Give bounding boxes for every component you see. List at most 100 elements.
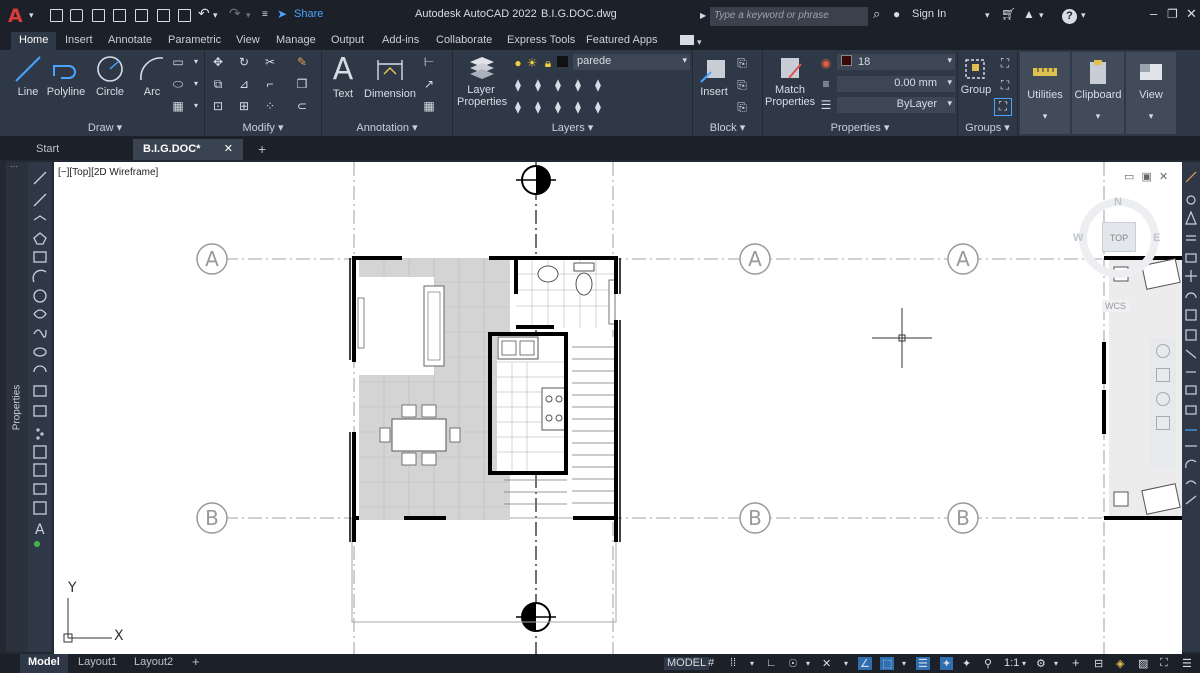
viewcube-east[interactable]: E — [1153, 232, 1160, 244]
customize-qa-icon[interactable]: ≡ — [262, 9, 268, 20]
tab-start[interactable]: Start — [26, 139, 134, 160]
zoom-icon[interactable] — [1156, 392, 1170, 406]
model-space-button[interactable]: MODEL — [664, 657, 710, 670]
copy-icon[interactable]: ⧉ — [211, 77, 225, 91]
save-web-icon[interactable] — [157, 9, 170, 22]
line-tool[interactable]: Line — [10, 54, 46, 98]
lineweight-toggle-icon[interactable]: ☰ — [916, 657, 930, 670]
sign-in-button[interactable]: Sign In — [912, 8, 946, 20]
edit-block-icon[interactable]: ⎘ — [735, 78, 749, 92]
layer-properties-tool[interactable]: Layer Properties — [457, 54, 507, 108]
create-block-icon[interactable]: ⎘ — [735, 56, 749, 70]
open-file-icon[interactable] — [70, 9, 83, 22]
redo-dropdown-icon[interactable]: ▾ — [246, 10, 251, 21]
trim-icon[interactable]: ✂ — [263, 55, 277, 69]
tab-output[interactable]: Output — [331, 32, 364, 50]
layer-on-icon[interactable]: ● — [511, 56, 525, 70]
properties-palette-label[interactable]: Properties — [11, 385, 22, 431]
annotation-scale-icon[interactable]: ⚲ — [984, 657, 992, 670]
mirror-icon[interactable]: ⊿ — [237, 77, 251, 91]
viewcube-top-face[interactable]: TOP — [1102, 222, 1136, 252]
tab-close-icon[interactable]: ✕ — [224, 142, 233, 155]
isolate-objects-icon[interactable]: ▨ — [1138, 657, 1148, 670]
offset-icon[interactable]: ⊂ — [295, 99, 309, 113]
new-tab-icon[interactable]: + — [248, 137, 276, 158]
annotation-autoscale-icon[interactable]: ✦ — [962, 657, 971, 670]
ellipse-dropdown-icon[interactable]: ▾ — [189, 77, 203, 91]
tab-annotate[interactable]: Annotate — [108, 32, 152, 50]
tab-parametric[interactable]: Parametric — [168, 32, 221, 50]
open-web-icon[interactable] — [135, 9, 148, 22]
layer-tool-5-icon[interactable]: ⧫ — [591, 78, 605, 92]
annotation-panel-title[interactable]: Annotation ▾ — [322, 121, 452, 134]
linetype-icon[interactable]: ☰ — [819, 98, 833, 112]
layer-tool-2-icon[interactable]: ⧫ — [531, 78, 545, 92]
viewcube-west[interactable]: W — [1073, 232, 1083, 244]
fillet-icon[interactable]: ⌐ — [263, 77, 277, 91]
annotation-visibility-icon[interactable]: ✦ — [940, 657, 954, 670]
snap-dropdown-icon[interactable]: ▾ — [750, 659, 754, 672]
tab-collaborate[interactable]: Collaborate — [436, 32, 492, 50]
text-tool[interactable]: A Text — [328, 54, 358, 101]
tab-insert[interactable]: Insert — [65, 32, 93, 50]
object-snap-icon[interactable]: ⬚ — [880, 657, 895, 670]
workspace-gear-icon[interactable]: ⚙ — [1036, 657, 1046, 670]
cart-icon[interactable]: 🛒︎ — [1001, 7, 1016, 21]
tab-view[interactable]: View — [236, 32, 260, 50]
tab-layout2[interactable]: Layout2 — [126, 654, 181, 673]
tab-manage[interactable]: Manage — [276, 32, 316, 50]
app-logo-icon[interactable]: A — [8, 5, 23, 27]
tab-featured-apps[interactable]: Featured Apps — [586, 32, 658, 50]
view-button[interactable]: View ▾ — [1126, 52, 1176, 134]
draw-panel-title[interactable]: Draw ▾ — [6, 121, 204, 134]
layers-panel-title[interactable]: Layers ▾ — [453, 121, 692, 134]
plot-icon[interactable] — [178, 9, 191, 22]
table-icon[interactable]: ▦ — [422, 99, 436, 113]
annotation-scale-value[interactable]: 1:1 — [1004, 657, 1019, 670]
undo-icon[interactable]: ↶ — [198, 5, 210, 22]
rectangle-icon[interactable]: ▭ — [171, 55, 185, 69]
user-icon[interactable]: ● — [893, 7, 900, 21]
tab-home[interactable]: Home — [11, 32, 57, 50]
search-icon[interactable]: ⌕ — [873, 6, 880, 22]
explode-icon[interactable]: ❒ — [295, 77, 309, 91]
new-file-icon[interactable] — [50, 9, 63, 22]
dimension-tool[interactable]: Dimension — [362, 54, 418, 100]
annotation-monitor-icon[interactable]: + — [1072, 655, 1080, 670]
app-dropdown-icon[interactable]: ▾ — [1039, 10, 1044, 21]
isodraft-dropdown-icon[interactable]: ▾ — [844, 659, 848, 672]
object-snap-dropdown-icon[interactable]: ▾ — [902, 659, 906, 672]
tab-big-doc[interactable]: B.I.G.DOC* ✕ — [133, 139, 243, 160]
customize-statusbar-icon[interactable]: ☰ — [1182, 657, 1192, 670]
app-menu-chevron-icon[interactable]: ▾ — [29, 10, 34, 21]
properties-palette-strip[interactable]: ⋯ Properties — [6, 162, 28, 652]
sign-in-dropdown-icon[interactable]: ▾ — [985, 10, 990, 21]
layer-freeze-icon[interactable]: ☀ — [525, 56, 539, 70]
layer-tool-7-icon[interactable]: ⧫ — [531, 100, 545, 114]
properties-panel-title[interactable]: Properties ▾ — [763, 121, 957, 134]
grid-toggle-icon[interactable]: # — [708, 657, 714, 670]
ellipse-icon[interactable]: ⬭ — [171, 77, 185, 91]
group-selection-icon[interactable]: ⛶ — [994, 98, 1012, 116]
annotation-scale-dropdown-icon[interactable]: ▾ — [1022, 659, 1026, 672]
color-wheel-icon[interactable]: ◉ — [819, 56, 833, 70]
tab-express-tools[interactable]: Express Tools — [507, 32, 575, 50]
quick-properties-icon[interactable]: ◈ — [1116, 657, 1124, 670]
match-properties-tool[interactable]: Match Properties — [765, 54, 815, 108]
modify-panel-title[interactable]: Modify ▾ — [205, 121, 321, 134]
move-icon[interactable]: ✥ — [211, 55, 225, 69]
help-icon[interactable]: ? — [1062, 9, 1077, 24]
viewcube[interactable]: TOP N W E — [1069, 190, 1169, 290]
rotate-icon[interactable]: ↻ — [237, 55, 251, 69]
leader-icon[interactable]: ↗ — [422, 77, 436, 91]
redo-icon[interactable]: ↷ — [229, 5, 241, 22]
circle-tool[interactable]: Circle — [92, 54, 128, 98]
clipboard-button[interactable]: Clipboard ▾ — [1072, 52, 1124, 134]
tab-addins[interactable]: Add-ins — [382, 32, 419, 50]
lineweight-icon[interactable]: ≡ — [819, 77, 833, 91]
layer-tool-1-icon[interactable]: ⧫ — [511, 78, 525, 92]
save-icon[interactable] — [92, 9, 105, 22]
layer-tool-4-icon[interactable]: ⧫ — [571, 78, 585, 92]
tab-layout1[interactable]: Layout1 — [70, 654, 125, 673]
tab-model[interactable]: Model — [20, 654, 68, 673]
